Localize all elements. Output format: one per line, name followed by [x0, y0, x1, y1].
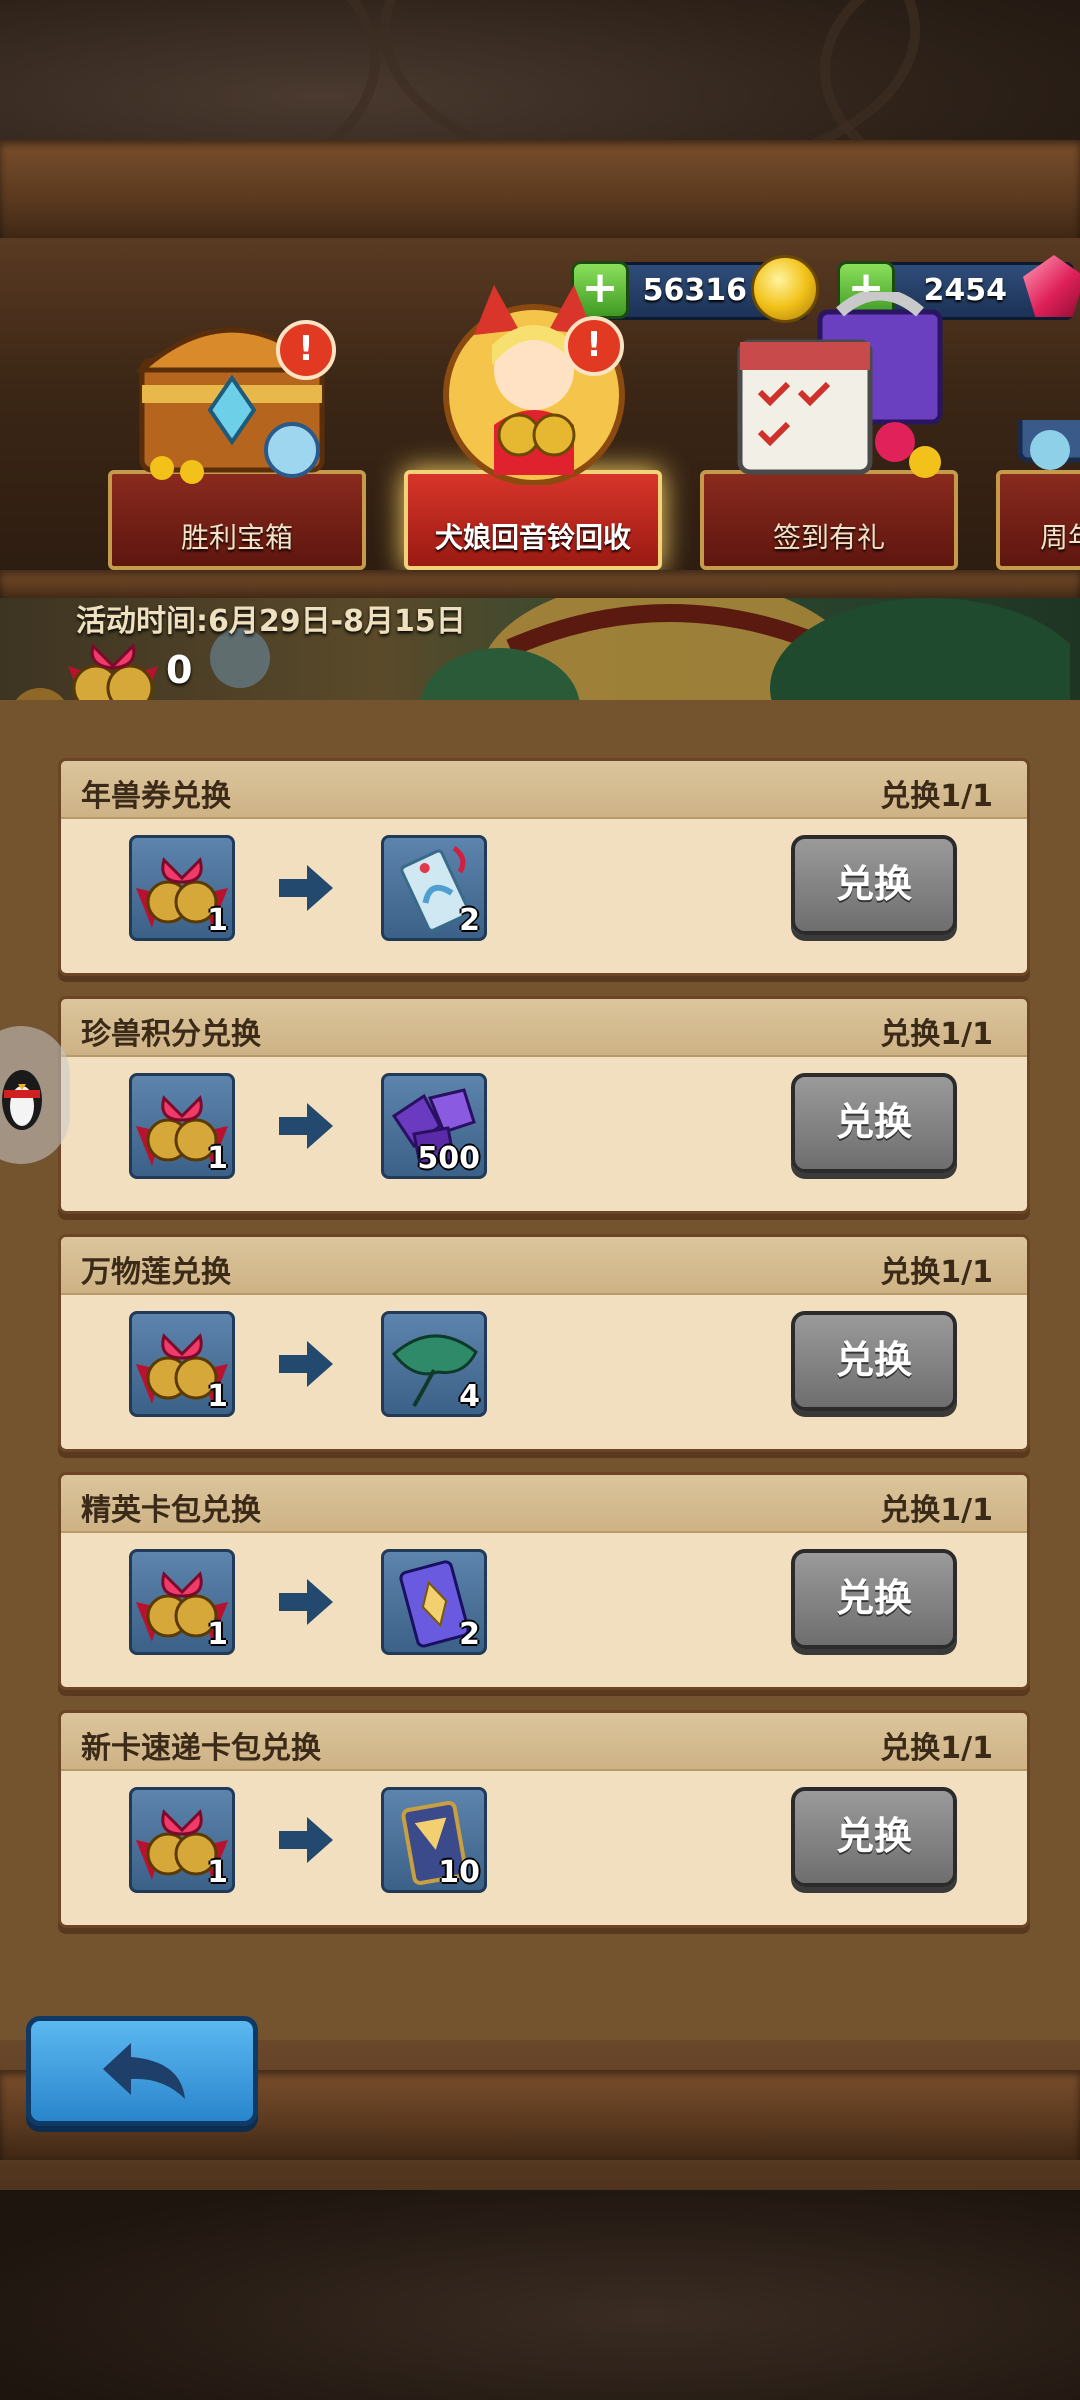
tab-label: 签到有礼 — [772, 521, 885, 554]
tab-label: 周年 — [1040, 521, 1080, 554]
top-wood-plank — [0, 140, 1080, 240]
exchange-limit: 兑换1/1 — [880, 1493, 993, 1528]
item-quantity: 1 — [207, 1617, 228, 1652]
tab-victory-chest[interactable]: ! 胜利宝箱 — [108, 320, 366, 570]
item-quantity: 1 — [207, 1141, 228, 1176]
arrow-right-icon — [279, 1103, 333, 1149]
reward-item-slot[interactable]: 2 — [381, 835, 487, 941]
item-quantity: 2 — [459, 903, 480, 938]
item-quantity: 2 — [459, 1617, 480, 1652]
exchange-title: 珍兽积分兑换 — [81, 1017, 261, 1052]
exchange-button[interactable]: 兑换 — [791, 1311, 957, 1411]
reward-item-slot[interactable]: 10 — [381, 1787, 487, 1893]
cost-item-slot[interactable]: 1 — [129, 835, 235, 941]
tab-bell-recycle[interactable]: ! 犬娘回音铃回收 — [404, 285, 662, 570]
cost-item-slot[interactable]: 1 — [129, 1073, 235, 1179]
exchange-button[interactable]: 兑换 — [791, 835, 957, 935]
calendar-gift-icon — [737, 292, 943, 478]
red-gem-icon — [1023, 255, 1080, 317]
dog-girl-avatar-icon — [443, 285, 625, 485]
exchange-limit: 兑换1/1 — [880, 1017, 993, 1052]
tab-anniversary[interactable]: 周年 — [996, 420, 1080, 570]
tab-alert-badge: ! — [564, 316, 624, 376]
exchange-card: 年兽券兑换 兑换1/1 1 2 兑换 — [58, 758, 1030, 976]
exchange-title: 年兽券兑换 — [81, 779, 231, 814]
exchange-card: 精英卡包兑换 兑换1/1 1 2 兑换 — [58, 1472, 1030, 1690]
item-quantity: 1 — [207, 1379, 228, 1414]
item-quantity: 4 — [459, 1379, 480, 1414]
exchange-card: 珍兽积分兑换 兑换1/1 1 500 兑换 — [58, 996, 1030, 1214]
reward-item-slot[interactable]: 500 — [381, 1073, 487, 1179]
exchange-button[interactable]: 兑换 — [791, 1787, 957, 1887]
penguin-icon — [2, 1070, 42, 1130]
item-quantity: 500 — [417, 1141, 480, 1176]
floating-assistant-button[interactable] — [0, 1026, 70, 1164]
cost-item-slot[interactable]: 1 — [129, 1787, 235, 1893]
tab-sign-in-gift[interactable]: 签到有礼 — [700, 292, 958, 570]
item-quantity: 1 — [207, 903, 228, 938]
exchange-button[interactable]: 兑换 — [791, 1073, 957, 1173]
exchange-title: 新卡速递卡包兑换 — [81, 1731, 321, 1766]
arrow-right-icon — [279, 1579, 333, 1625]
exchange-card: 万物莲兑换 兑换1/1 1 4 兑换 — [58, 1234, 1030, 1452]
bell-count: 0 — [166, 648, 193, 692]
reward-item-slot[interactable]: 4 — [381, 1311, 487, 1417]
back-button[interactable] — [26, 2016, 258, 2126]
exchange-button[interactable]: 兑换 — [791, 1549, 957, 1649]
arrow-right-icon — [279, 1817, 333, 1863]
exchange-limit: 兑换1/1 — [880, 1731, 993, 1766]
tab-label: 犬娘回音铃回收 — [434, 521, 631, 554]
bottom-background — [0, 2190, 1080, 2400]
exchange-limit: 兑换1/1 — [880, 1255, 993, 1290]
exchange-title: 精英卡包兑换 — [81, 1493, 261, 1528]
tab-label: 胜利宝箱 — [180, 521, 293, 554]
cost-item-slot[interactable]: 1 — [129, 1311, 235, 1417]
tab-alert-badge: ! — [276, 320, 336, 380]
cost-item-slot[interactable]: 1 — [129, 1549, 235, 1655]
reward-item-slot[interactable]: 2 — [381, 1549, 487, 1655]
tab-bar-bottom-plank — [0, 570, 1080, 600]
back-arrow-icon — [103, 2043, 185, 2099]
arrow-right-icon — [279, 865, 333, 911]
arrow-right-icon — [279, 1341, 333, 1387]
item-quantity: 1 — [207, 1855, 228, 1890]
anniversary-icon — [1017, 420, 1080, 470]
exchange-limit: 兑换1/1 — [880, 779, 993, 814]
item-quantity: 10 — [438, 1855, 480, 1890]
exchange-card: 新卡速递卡包兑换 兑换1/1 1 10 兑换 — [58, 1710, 1030, 1928]
exchange-title: 万物莲兑换 — [81, 1255, 231, 1290]
